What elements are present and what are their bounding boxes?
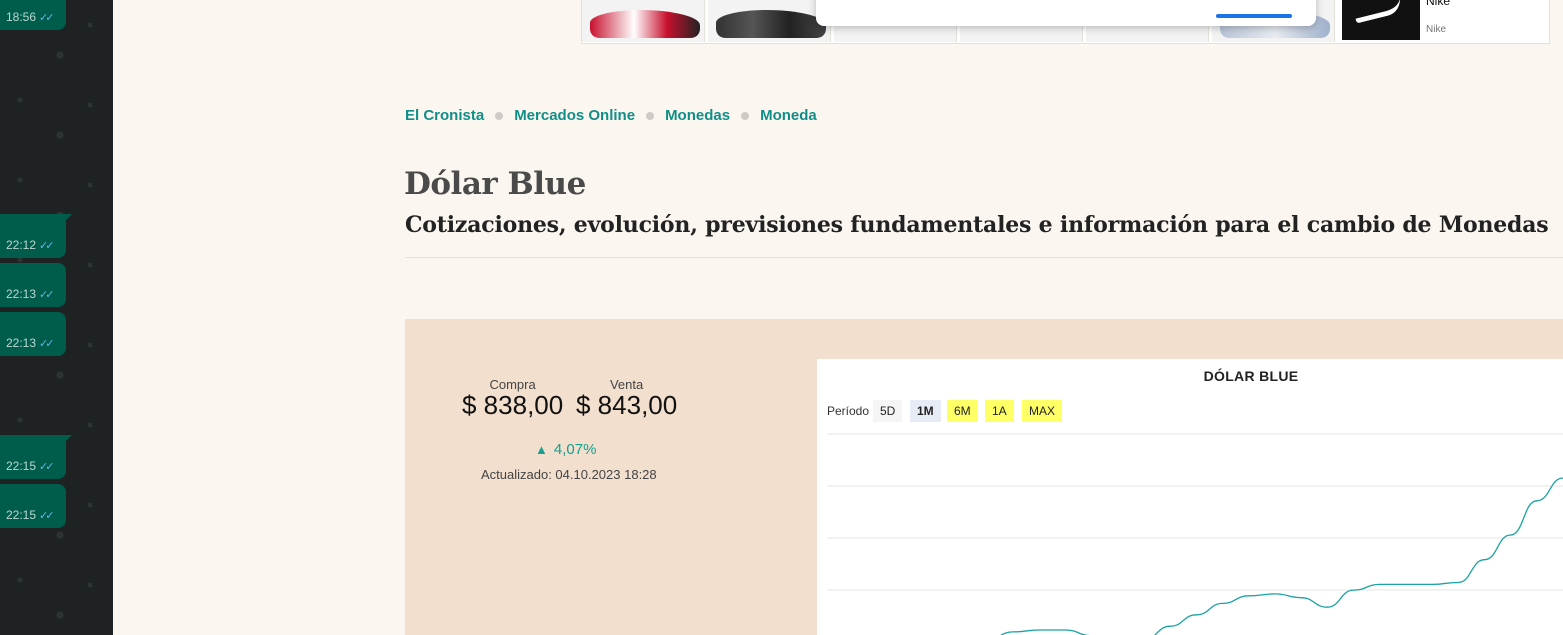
page-title: Dólar Blue bbox=[404, 166, 586, 202]
message-time: 22:13 bbox=[6, 336, 37, 350]
message-bubble[interactable]: 22:15 ✓✓ bbox=[0, 484, 66, 528]
breadcrumb-link-mercados-online[interactable]: Mercados Online bbox=[514, 107, 635, 124]
divider bbox=[405, 257, 1563, 258]
message-bubble[interactable]: 22:15 ✓✓ bbox=[0, 435, 72, 479]
sell-quote: Venta $ 843,00 bbox=[576, 377, 677, 421]
change-percent: 4,07% bbox=[553, 441, 597, 458]
read-ticks-icon: ✓✓ bbox=[39, 240, 55, 252]
buy-quote: Compra $ 838,00 bbox=[462, 377, 563, 421]
updated-timestamp: Actualizado: 04.10.2023 18:28 bbox=[481, 467, 657, 482]
breadcrumb-link-moneda[interactable]: Moneda bbox=[760, 107, 817, 124]
series-line[interactable] bbox=[987, 477, 1563, 635]
chart-plot[interactable] bbox=[817, 359, 1563, 635]
message-time: 22:15 bbox=[6, 508, 37, 522]
nike-logo-icon[interactable] bbox=[1342, 0, 1420, 40]
ad-banner[interactable]: Nike Nike bbox=[581, 0, 1550, 44]
message-time: 22:12 bbox=[6, 238, 37, 252]
breadcrumb-separator-icon bbox=[495, 111, 504, 120]
message-bubble[interactable]: 22:13 ✓✓ bbox=[0, 312, 66, 356]
change-indicator: ▲ 4,07% bbox=[535, 441, 596, 458]
read-ticks-icon: ✓✓ bbox=[39, 338, 55, 350]
breadcrumb-separator-icon bbox=[646, 111, 655, 120]
breadcrumb-separator-icon bbox=[741, 111, 750, 120]
ad-overlay-dialog bbox=[816, 0, 1316, 26]
message-time: 22:13 bbox=[6, 287, 37, 301]
read-ticks-icon: ✓✓ bbox=[39, 461, 55, 473]
up-arrow-icon: ▲ bbox=[535, 442, 548, 457]
sell-value: $ 843,00 bbox=[576, 390, 678, 420]
read-ticks-icon: ✓✓ bbox=[39, 510, 55, 522]
read-ticks-icon: ✓✓ bbox=[39, 289, 55, 301]
price-chart[interactable]: DÓLAR BLUE Período 5D 1M 6M 1A MAX bbox=[817, 359, 1563, 635]
buy-value: $ 838,00 bbox=[462, 390, 564, 420]
message-bubble[interactable]: 22:12 ✓✓ bbox=[0, 214, 72, 258]
page-subtitle: Cotizaciones, evolución, previsiones fun… bbox=[405, 212, 1549, 238]
ad-brand-name[interactable]: Nike bbox=[1426, 0, 1450, 8]
chat-sidebar: 18:56 ✓✓ 22:12 ✓✓ 22:13 ✓✓ 22:13 ✓✓ 22:15 ✓✓ … bbox=[0, 0, 113, 635]
message-bubble[interactable]: 18:56 ✓✓ bbox=[0, 0, 66, 30]
breadcrumb-link-el-cronista[interactable]: El Cronista bbox=[405, 107, 484, 124]
ad-brand-advertiser: Nike bbox=[1426, 24, 1447, 35]
message-time: 22:15 bbox=[6, 459, 37, 473]
message-time: 18:56 bbox=[6, 10, 37, 24]
ad-dialog-button[interactable] bbox=[1216, 14, 1292, 18]
ad-product-image[interactable] bbox=[708, 0, 831, 42]
breadcrumb: El Cronista Mercados Online Monedas Mone… bbox=[405, 107, 817, 124]
message-bubble[interactable]: 22:13 ✓✓ bbox=[0, 263, 66, 307]
read-ticks-icon: ✓✓ bbox=[39, 12, 55, 24]
ad-product-image[interactable] bbox=[582, 0, 705, 42]
breadcrumb-link-monedas[interactable]: Monedas bbox=[665, 107, 730, 124]
